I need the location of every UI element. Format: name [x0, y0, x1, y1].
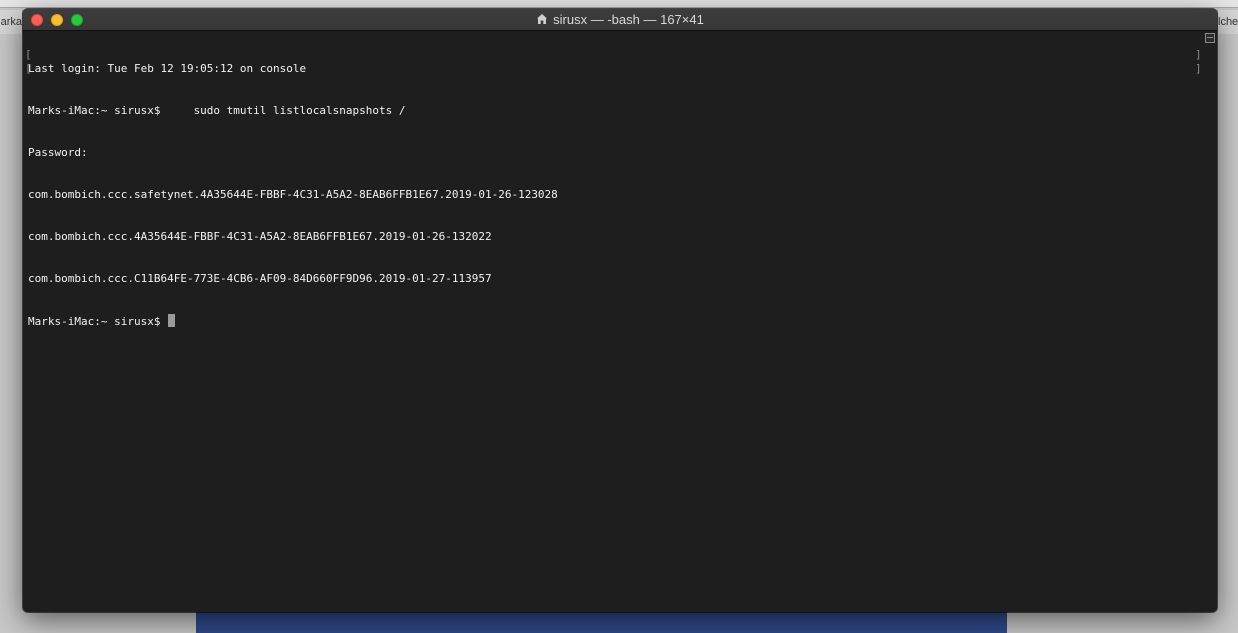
window-title-text: sirusx — -bash — 167×41: [553, 12, 704, 27]
terminal-line: Marks-iMac:~ sirusx$ sudo tmutil listloc…: [28, 104, 406, 117]
terminal-line: com.bombich.ccc.safetynet.4A35644E-FBBF-…: [28, 188, 558, 201]
terminal-output[interactable]: Last login: Tue Feb 12 19:05:12 on conso…: [23, 32, 1203, 612]
titlebar[interactable]: sirusx — -bash — 167×41: [23, 9, 1217, 31]
text-cursor: [168, 314, 176, 327]
mark-bracket-right: ]: [1195, 62, 1202, 75]
background-tab-right[interactable]: lche: [1217, 10, 1238, 34]
split-pane-icon[interactable]: [1205, 33, 1215, 43]
terminal-line: com.bombich.ccc.4A35644E-FBBF-4C31-A5A2-…: [28, 230, 492, 243]
mark-bracket-left: [: [25, 62, 32, 75]
mark-bracket-right: ]: [1195, 48, 1202, 61]
terminal-prompt-line: Marks-iMac:~ sirusx$: [28, 314, 1198, 328]
window-title: sirusx — -bash — 167×41: [23, 9, 1217, 31]
scrollbar[interactable]: [1203, 32, 1217, 612]
background-tab-left[interactable]: arka: [0, 10, 23, 34]
background-blue-bar: [196, 611, 1007, 633]
home-icon: [536, 10, 548, 24]
terminal-prompt: Marks-iMac:~ sirusx$: [28, 315, 168, 328]
terminal-line: Last login: Tue Feb 12 19:05:12 on conso…: [28, 62, 307, 75]
mark-bracket-left: [: [25, 48, 32, 61]
terminal-line: com.bombich.ccc.C11B64FE-773E-4CB6-AF09-…: [28, 272, 492, 285]
terminal-line: Password:: [28, 146, 88, 159]
terminal-window[interactable]: sirusx — -bash — 167×41 Last login: Tue …: [23, 9, 1217, 612]
background-address-bar: [0, 0, 1238, 8]
